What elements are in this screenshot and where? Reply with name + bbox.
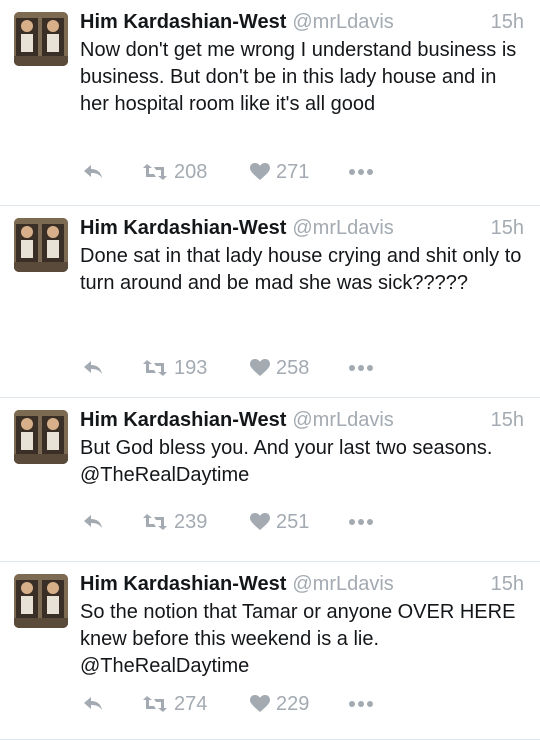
heart-icon	[250, 163, 270, 181]
more-button[interactable]	[348, 364, 374, 372]
author-handle[interactable]: @mrLdavis	[292, 571, 393, 597]
timestamp[interactable]: 15h	[491, 9, 524, 35]
timestamp[interactable]: 15h	[491, 571, 524, 597]
reply-icon	[82, 360, 104, 376]
reply-icon	[82, 696, 104, 712]
tweet[interactable]: Him Kardashian-West @mrLdavis 15h Done s…	[0, 206, 540, 398]
retweet-icon	[142, 359, 168, 377]
reply-button[interactable]	[82, 696, 104, 712]
reply-button[interactable]	[82, 360, 104, 376]
heart-icon	[250, 513, 270, 531]
avatar[interactable]	[14, 410, 68, 464]
tweet-text: Now don't get me wrong I understand busi…	[80, 39, 517, 115]
retweet-icon	[142, 513, 168, 531]
like-count: 229	[276, 692, 310, 715]
tweet-actions: 208 271	[80, 160, 524, 184]
tweet-text: Done sat in that lady house crying and s…	[80, 245, 522, 294]
more-button[interactable]	[348, 700, 374, 708]
tweet-text: So the notion that Tamar or anyone OVER …	[80, 601, 516, 677]
retweet-icon	[142, 163, 168, 181]
retweet-icon	[142, 695, 168, 713]
author-handle[interactable]: @mrLdavis	[292, 215, 393, 241]
more-dots-icon	[348, 168, 374, 176]
like-count: 271	[276, 160, 310, 183]
retweet-button[interactable]: 239	[142, 511, 207, 534]
like-button[interactable]: 251	[250, 511, 309, 534]
avatar[interactable]	[14, 574, 68, 628]
tweet-text: But God bless you. And your last two sea…	[80, 437, 493, 486]
tweet-actions: 193 258	[80, 356, 524, 380]
tweet-actions: 274 229	[80, 692, 524, 716]
tweet-actions: 239 251	[80, 510, 524, 534]
like-count: 251	[276, 510, 310, 533]
reply-icon	[82, 514, 104, 530]
retweet-button[interactable]: 208	[142, 161, 207, 184]
retweet-button[interactable]: 274	[142, 693, 207, 716]
tweet[interactable]: Him Kardashian-West @mrLdavis 15h But Go…	[0, 398, 540, 562]
retweet-count: 239	[174, 510, 208, 533]
reply-button[interactable]	[82, 514, 104, 530]
author-handle[interactable]: @mrLdavis	[292, 407, 393, 433]
author-name[interactable]: Him Kardashian-West	[80, 571, 286, 597]
retweet-count: 208	[174, 160, 208, 183]
like-button[interactable]: 271	[250, 161, 309, 184]
retweet-count: 274	[174, 692, 208, 715]
tweet[interactable]: Him Kardashian-West @mrLdavis 15h So the…	[0, 562, 540, 740]
retweet-button[interactable]: 193	[142, 357, 207, 380]
timestamp[interactable]: 15h	[491, 407, 524, 433]
tweet-feed: Him Kardashian-West @mrLdavis 15h Now do…	[0, 0, 540, 740]
more-button[interactable]	[348, 518, 374, 526]
author-name[interactable]: Him Kardashian-West	[80, 9, 286, 35]
tweet[interactable]: Him Kardashian-West @mrLdavis 15h Now do…	[0, 0, 540, 206]
author-name[interactable]: Him Kardashian-West	[80, 215, 286, 241]
heart-icon	[250, 695, 270, 713]
heart-icon	[250, 359, 270, 377]
more-dots-icon	[348, 518, 374, 526]
like-button[interactable]: 258	[250, 357, 309, 380]
like-count: 258	[276, 356, 310, 379]
reply-button[interactable]	[82, 164, 104, 180]
retweet-count: 193	[174, 356, 208, 379]
avatar[interactable]	[14, 12, 68, 66]
like-button[interactable]: 229	[250, 693, 309, 716]
author-handle[interactable]: @mrLdavis	[292, 9, 393, 35]
more-dots-icon	[348, 700, 374, 708]
avatar[interactable]	[14, 218, 68, 272]
reply-icon	[82, 164, 104, 180]
author-name[interactable]: Him Kardashian-West	[80, 407, 286, 433]
more-dots-icon	[348, 364, 374, 372]
timestamp[interactable]: 15h	[491, 215, 524, 241]
more-button[interactable]	[348, 168, 374, 176]
